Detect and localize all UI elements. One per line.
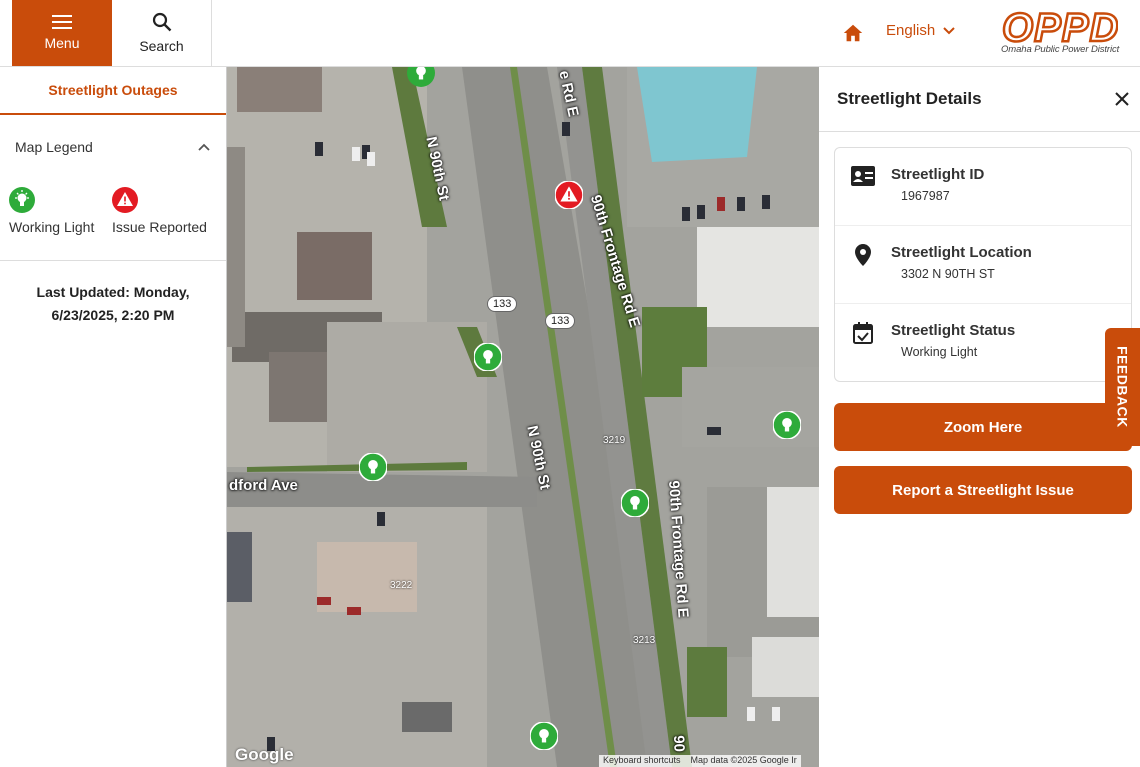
calendar-check-icon: [853, 322, 873, 344]
close-icon[interactable]: [1114, 91, 1130, 107]
street-label-bedford: dford Ave: [229, 477, 298, 494]
left-panel: Streetlight Outages Map Legend Working L…: [0, 67, 227, 767]
streetlight-location-label: Streetlight Location: [891, 244, 1032, 261]
legend-toggle[interactable]: Map Legend: [0, 115, 226, 179]
address-label: 3213: [633, 635, 656, 646]
language-label: English: [886, 22, 936, 39]
zoom-here-button[interactable]: Zoom Here: [834, 403, 1132, 451]
search-label: Search: [139, 38, 184, 54]
warning-icon: [112, 187, 138, 213]
map-imagery: [227, 67, 819, 767]
app-header: Menu Search English OPPD Omaha Public Po…: [0, 0, 1140, 67]
streetlight-id-label: Streetlight ID: [891, 166, 985, 183]
feedback-label: FEEDBACK: [1114, 346, 1131, 428]
legend-item-issue: Issue Reported: [112, 187, 215, 260]
streetlight-marker-working[interactable]: [407, 67, 435, 87]
location-pin-icon: [855, 244, 871, 266]
address-label: 3222: [390, 580, 413, 591]
streetlight-id-value: 1967987: [901, 189, 950, 203]
last-updated: Last Updated: Monday, 6/23/2025, 2:20 PM: [0, 261, 226, 327]
logo-caption: Omaha Public Power District: [1001, 44, 1120, 55]
route-shield: 133: [545, 313, 576, 329]
detail-row-id: Streetlight ID 1967987: [835, 148, 1131, 226]
google-logo[interactable]: Google: [235, 745, 294, 765]
streetlight-location-value: 3302 N 90TH ST: [901, 267, 995, 281]
streetlight-status-label: Streetlight Status: [891, 322, 1016, 339]
menu-button[interactable]: Menu: [12, 0, 112, 66]
legend-title: Map Legend: [15, 139, 93, 155]
details-header: Streetlight Details: [819, 67, 1140, 132]
tab-streetlight-outages[interactable]: Streetlight Outages: [0, 67, 226, 115]
map-data-credit[interactable]: Map data ©2025 Google Ir: [691, 755, 797, 767]
streetlight-marker-working[interactable]: [773, 411, 801, 439]
id-card-icon: [851, 166, 875, 186]
search-icon: [152, 12, 171, 32]
detail-row-status: Streetlight Status Working Light: [835, 304, 1131, 382]
last-updated-line1: Last Updated: Monday,: [36, 284, 190, 300]
streetlight-marker-issue[interactable]: [555, 181, 583, 209]
search-button[interactable]: Search: [112, 0, 212, 66]
detail-row-location: Streetlight Location 3302 N 90TH ST: [835, 226, 1131, 304]
report-issue-button[interactable]: Report a Streetlight Issue: [834, 466, 1132, 514]
home-icon[interactable]: [842, 22, 864, 44]
chevron-down-icon: [943, 26, 955, 34]
keyboard-shortcuts-link[interactable]: Keyboard shortcuts: [603, 755, 681, 767]
address-label: 3219: [603, 435, 626, 446]
chevron-up-icon: [198, 143, 210, 151]
street-label-frontage-cut-bottom: 90: [670, 735, 688, 753]
hamburger-icon: [52, 15, 72, 29]
legend-items: Working Light Issue Reported: [0, 179, 226, 261]
legend-item-working: Working Light: [9, 187, 112, 260]
lightbulb-icon: [9, 187, 35, 213]
satellite-map[interactable]: N 90th St N 90th St 90th Frontage Rd E 9…: [227, 67, 819, 767]
streetlight-marker-working[interactable]: [359, 453, 387, 481]
streetlight-marker-working[interactable]: [621, 489, 649, 517]
last-updated-line2: 6/23/2025, 2:20 PM: [51, 307, 175, 323]
details-panel: Streetlight Details Streetlight ID 19679…: [819, 67, 1140, 767]
legend-label-issue: Issue Reported: [112, 219, 207, 235]
streetlight-marker-working[interactable]: [474, 343, 502, 371]
streetlight-marker-working[interactable]: [530, 722, 558, 750]
route-shield: 133: [487, 296, 518, 312]
details-title: Streetlight Details: [837, 89, 982, 108]
details-card: Streetlight ID 1967987 Streetlight Locat…: [834, 147, 1132, 382]
streetlight-status-value: Working Light: [901, 345, 978, 359]
legend-label-working: Working Light: [9, 219, 95, 235]
feedback-tab[interactable]: FEEDBACK: [1105, 328, 1140, 446]
language-selector[interactable]: English: [886, 22, 955, 39]
menu-label: Menu: [44, 35, 80, 51]
map-attribution: Keyboard shortcuts Map data ©2025 Google…: [599, 755, 801, 767]
